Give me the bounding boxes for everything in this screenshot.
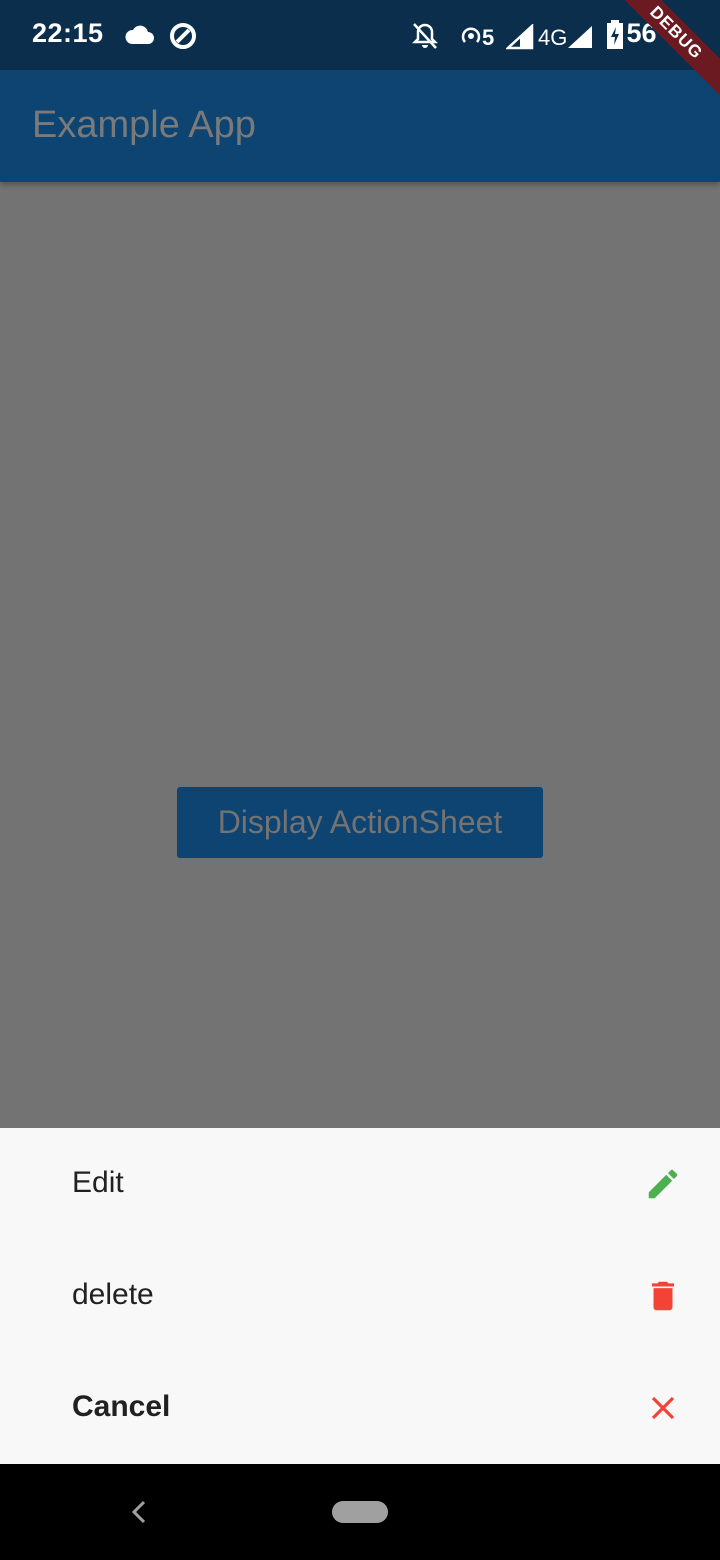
notifications-off-icon: [412, 23, 438, 49]
hotspot-icon: [461, 27, 481, 43]
navigation-bar: [0, 1464, 720, 1560]
signal-icon: [568, 26, 592, 48]
close-icon: [651, 1396, 675, 1420]
status-bar: 22:15 5 4G 5: [0, 0, 720, 70]
action-sheet-item-label: Edit: [72, 1166, 124, 1199]
edit-icon: [648, 1169, 678, 1199]
network-type-label: 4G: [538, 25, 568, 50]
circle-a-icon: [170, 23, 196, 49]
home-pill[interactable]: [332, 1501, 388, 1523]
status-time: 22:15: [32, 18, 104, 48]
display-actionsheet-button[interactable]: Display ActionSheet: [177, 787, 543, 858]
battery-charging-icon: [607, 20, 623, 49]
signal-icon: [506, 24, 534, 50]
cloud-icon: [125, 25, 154, 44]
app-title: Example App: [32, 104, 256, 146]
action-sheet-item-label: delete: [72, 1278, 154, 1311]
action-sheet-item-label: Cancel: [72, 1390, 171, 1423]
action-sheet-item-cancel[interactable]: Cancel: [0, 1352, 720, 1464]
hotspot-count: 5: [482, 25, 495, 50]
delete-icon: [651, 1281, 675, 1311]
screen: 22:15 5 4G 5: [0, 0, 720, 1560]
action-sheet-item-edit[interactable]: Edit: [0, 1128, 720, 1240]
action-sheet-item-delete[interactable]: delete: [0, 1240, 720, 1352]
action-sheet: Edit delete Cancel: [0, 1128, 720, 1464]
back-icon[interactable]: [128, 1496, 150, 1528]
